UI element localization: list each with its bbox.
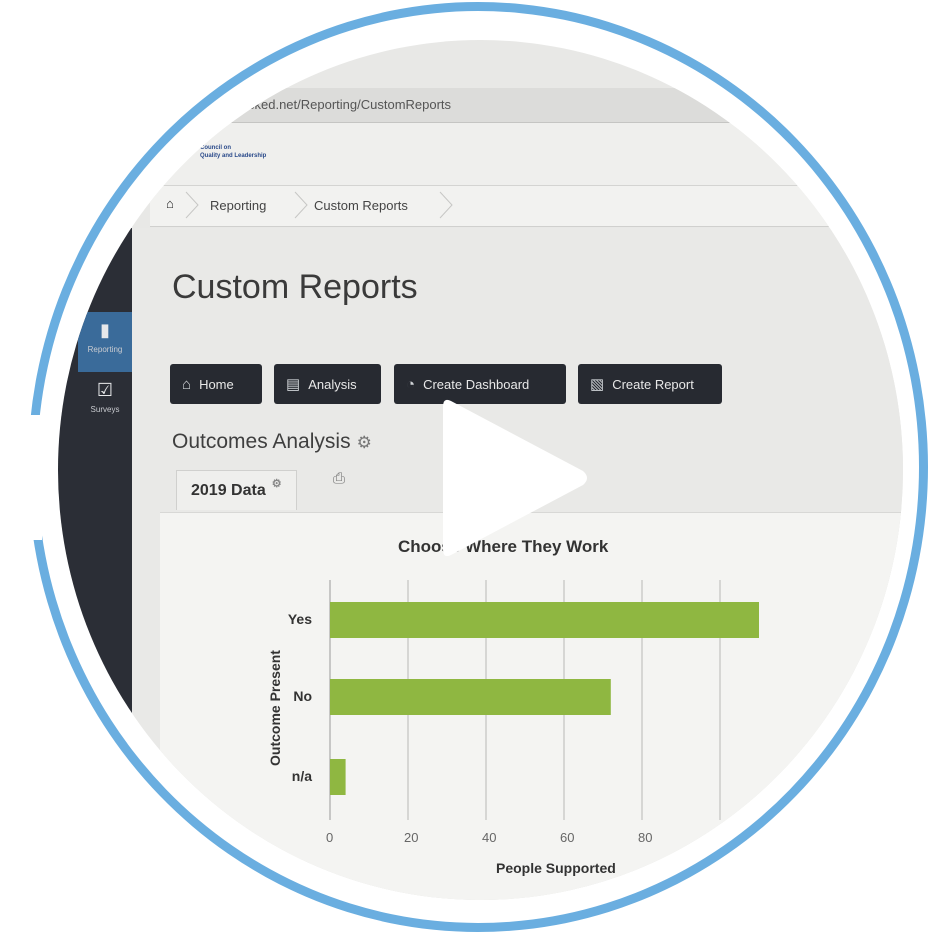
bar-na[interactable] bbox=[330, 759, 346, 795]
play-icon[interactable] bbox=[441, 393, 591, 563]
bar-no[interactable] bbox=[330, 679, 611, 715]
bar-yes[interactable] bbox=[330, 602, 759, 638]
ring-gap bbox=[20, 415, 42, 540]
